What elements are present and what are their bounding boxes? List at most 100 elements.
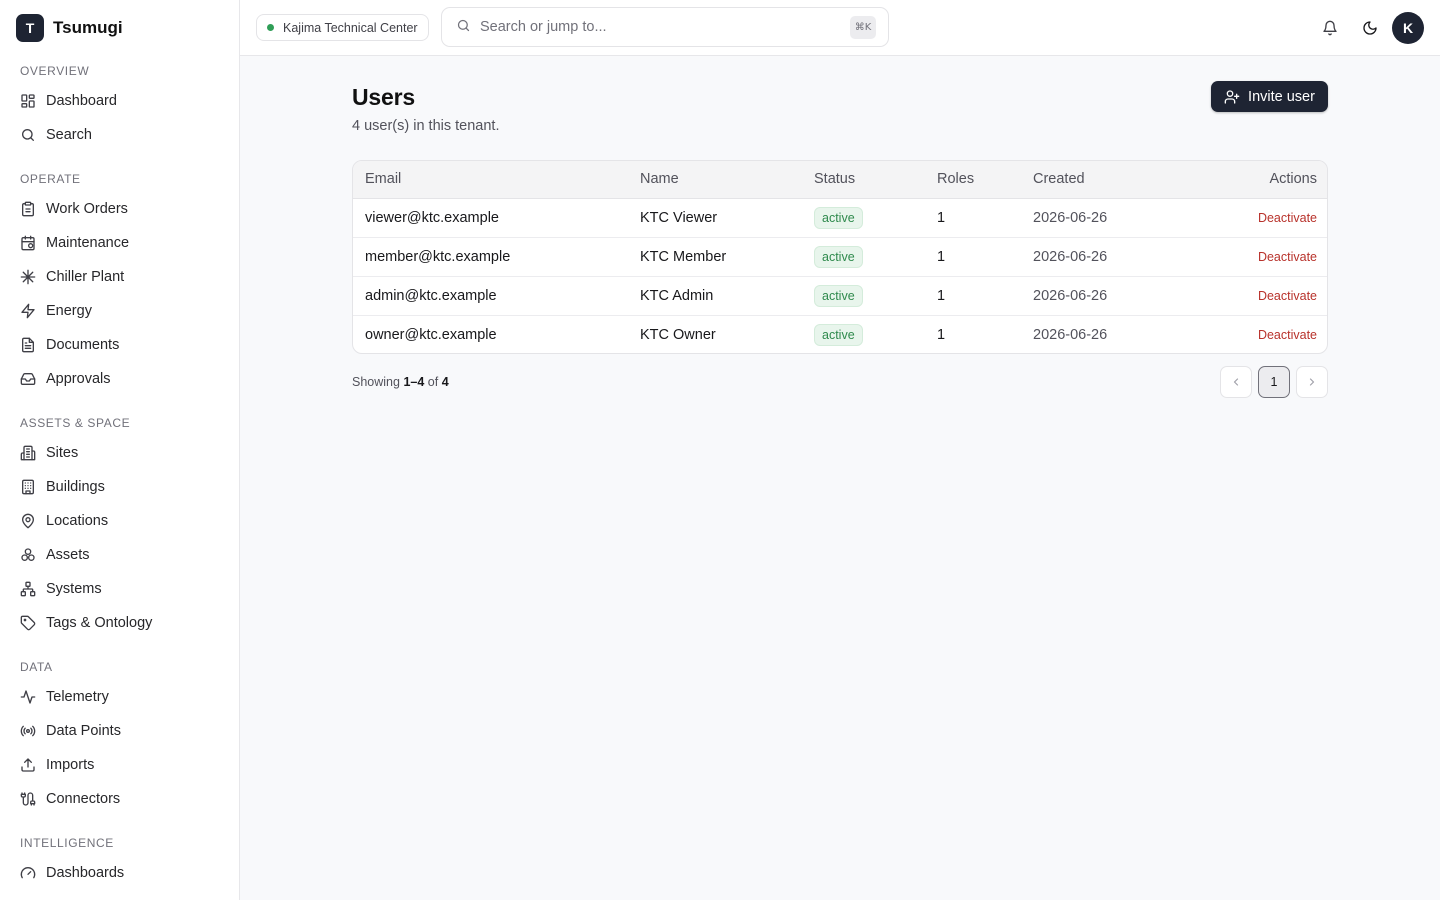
table-row[interactable]: member@ktc.example KTC Member active 1 2026-… [353,237,1327,276]
brand-logo: T [16,14,44,42]
column-header-roles[interactable]: Roles [925,161,1021,199]
nav-section-title: ASSETS & SPACE [20,416,131,430]
deactivate-button[interactable]: Deactivate [1258,250,1317,264]
sidebar-item-label: Systems [46,581,102,597]
sidebar-item-label: Connectors [46,791,121,807]
deactivate-button[interactable]: Deactivate [1258,211,1317,225]
table-row[interactable]: admin@ktc.example KTC Admin active 1 2026-06… [353,276,1327,315]
table-row[interactable]: viewer@ktc.example KTC Viewer active 1 2026-… [353,198,1327,237]
showing-total: 4 [441,375,449,389]
next-page-button[interactable] [1296,366,1328,398]
sidebar: T Tsumugi OVERVIEW Dashboard Search OPERATE… [0,0,240,900]
user-status-cell: active [802,315,925,353]
sidebar-nav: OVERVIEW Dashboard Search OPERATE Work Order… [0,56,239,890]
zap-icon [20,303,36,319]
sidebar-item-chiller-plant[interactable]: Chiller Plant [0,260,239,294]
inbox-icon [20,371,36,387]
status-badge: active [814,284,863,307]
building-icon [20,445,36,461]
user-name: KTC Owner [640,326,716,343]
sidebar-item-label: Approvals [46,371,111,387]
user-avatar[interactable]: K [1392,12,1424,44]
sidebar-item-maintenance[interactable]: Maintenance [0,226,239,260]
sidebar-item-label: Telemetry [46,689,109,705]
chevron-left-icon [1233,378,1239,386]
nav-section-title: OPERATE [20,172,81,186]
user-name: KTC Member [640,248,727,265]
search-icon [20,127,36,143]
sidebar-item-connectors[interactable]: Connectors [0,782,239,816]
sidebar-item-sites[interactable]: Sites [0,436,239,470]
sidebar-item-approvals[interactable]: Approvals [0,362,239,396]
sidebar-item-energy[interactable]: Energy [0,294,239,328]
sidebar-item-search[interactable]: Search [0,118,239,152]
sidebar-item-label: Search [46,127,92,143]
nav-section-gap [0,396,239,408]
sidebar-item-label: Data Points [46,723,121,739]
map-pin-icon [20,513,36,529]
user-email: admin@ktc.example [365,287,497,304]
deactivate-button[interactable]: Deactivate [1258,328,1317,342]
sidebar-item-label: Buildings [46,479,105,495]
column-header-created[interactable]: Created [1021,161,1176,199]
tenant-name: Kajima Technical Center [283,20,418,35]
file-text-icon [20,337,36,353]
page-title: Users [352,84,415,110]
sidebar-item-label: Documents [46,337,120,353]
tenant-switcher[interactable]: Kajima Technical Center [256,14,429,41]
sidebar-item-label: Work Orders [46,201,128,217]
global-search[interactable]: ⌘K [441,7,889,47]
previous-page-button[interactable] [1220,366,1252,398]
sidebar-item-telemetry[interactable]: Telemetry [0,680,239,714]
sidebar-item-label: Sites [46,445,79,461]
user-actions-cell: Deactivate [1176,237,1327,276]
user-plus-icon [1224,89,1240,104]
calendar-clock-icon [20,235,36,251]
user-created: 2026-06-26 [1033,287,1108,304]
search-input[interactable] [480,19,840,35]
user-created: 2026-06-26 [1033,209,1108,226]
sidebar-item-assets[interactable]: Assets [0,538,239,572]
activity-icon [20,689,36,705]
brand[interactable]: T Tsumugi [0,0,239,56]
users-table: Email Name Status Roles Created Actions … [352,160,1328,354]
bell-icon[interactable] [1320,18,1340,38]
page-button-current[interactable]: 1 [1258,366,1290,398]
sidebar-item-imports[interactable]: Imports [0,748,239,782]
nav-section-gap [0,152,239,164]
sidebar-item-documents[interactable]: Documents [0,328,239,362]
boxes-icon [20,547,36,563]
search-shortcut-hint: ⌘K [850,16,876,39]
table-header-row: Email Name Status Roles Created Actions [353,161,1327,199]
sidebar-item-tags-and-ontology[interactable]: Tags & Ontology [0,606,239,640]
column-header-status[interactable]: Status [802,161,925,199]
user-name: KTC Viewer [640,209,718,226]
sidebar-item-locations[interactable]: Locations [0,504,239,538]
sidebar-item-systems[interactable]: Systems [0,572,239,606]
column-header-name[interactable]: Name [628,161,802,199]
invite-user-button[interactable]: Invite user [1211,81,1328,112]
chevron-right-icon [1309,378,1315,386]
deactivate-button[interactable]: Deactivate [1258,289,1317,303]
user-created: 2026-06-26 [1033,248,1108,265]
sidebar-item-label: Imports [46,757,95,773]
sidebar-item-work-orders[interactable]: Work Orders [0,192,239,226]
nav-section-title: DATA [20,660,53,674]
sidebar-item-label: Dashboard [46,93,117,109]
column-header-actions: Actions [1176,161,1327,199]
user-name: KTC Admin [640,287,714,304]
sidebar-item-buildings[interactable]: Buildings [0,470,239,504]
tag-icon [20,615,36,631]
column-header-email[interactable]: Email [353,161,628,199]
moon-icon[interactable] [1360,18,1380,38]
sidebar-item-dashboard[interactable]: Dashboard [0,84,239,118]
sidebar-item-dashboards[interactable]: Dashboards [0,856,239,890]
user-actions-cell: Deactivate [1176,315,1327,353]
sidebar-item-label: Energy [46,303,92,319]
dashboard-icon [20,93,36,109]
sidebar-item-data-points[interactable]: Data Points [0,714,239,748]
sidebar-item-label: Locations [46,513,109,529]
showing-range: 1–4 [403,375,425,389]
pagination-summary: Showing 1–4 of 4 [352,375,449,389]
table-row[interactable]: owner@ktc.example KTC Owner active 1 2026-06… [353,315,1327,353]
